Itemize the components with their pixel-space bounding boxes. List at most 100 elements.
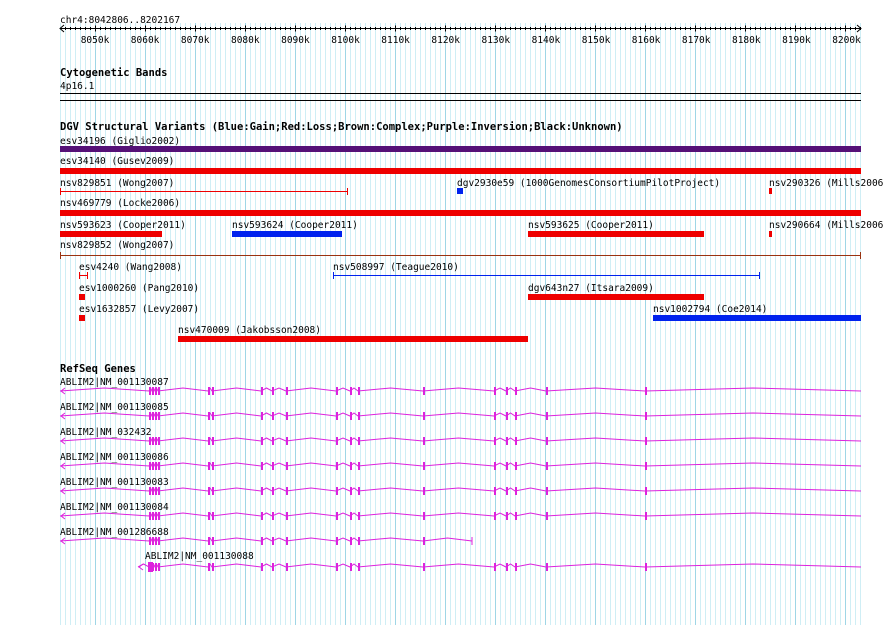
dgv-feature-label: nsv470009 (Jakobsson2008) [178,325,321,336]
refseq-exon [208,462,210,470]
refseq-exon [336,387,338,395]
dgv-feature-label: nsv593624 (Cooper2011) [232,220,358,231]
refseq-exon [423,412,425,420]
refseq-exon [494,412,496,420]
dgv-feature-bar [79,315,85,321]
refseq-exon [358,487,360,495]
ruler-tick-label: 8140k [532,35,561,46]
genome-browser-panel: 8050k 8060k 8070k 8080k 8090k 8100k 8110k 8120k… [0,0,890,625]
refseq-track-title[interactable]: RefSeq Genes [60,363,136,376]
refseq-exon [155,437,157,445]
refseq-exon [261,537,263,545]
refseq-exon [358,563,360,571]
refseq-exon [506,437,508,445]
refseq-exon [358,437,360,445]
ruler-tick-label: 8080k [231,35,260,46]
refseq-exon [286,387,288,395]
dgv-feature-label: nsv593625 (Cooper2011) [528,220,654,231]
refseq-exon [212,437,214,445]
refseq-transcript-label: ABLIM2|NM_001130084 [60,502,169,513]
grid-lines [60,23,861,625]
refseq-exon [155,462,157,470]
refseq-transcript-label: ABLIM2|NM_032432 [60,427,152,438]
refseq-exon [506,563,508,571]
dgv-feature-bar [769,188,772,194]
refseq-exon [261,487,263,495]
refseq-exon [546,437,548,445]
refseq-transcript-label: ABLIM2|NM_001286688 [60,527,169,538]
refseq-exon [158,563,160,571]
ruler-tick-label: 8090k [281,35,310,46]
refseq-intron-path [137,562,862,569]
refseq-exon [261,563,263,571]
refseq-exon [350,563,352,571]
ruler-tick-label: 8180k [732,35,761,46]
refseq-exon [212,487,214,495]
refseq-exon [286,512,288,520]
refseq-transcript-label: ABLIM2|NM_001130083 [60,477,169,488]
refseq-exon [212,462,214,470]
refseq-exon [152,387,154,395]
refseq-exon [350,487,352,495]
refseq-exon [506,412,508,420]
refseq-exon [212,563,214,571]
dgv-feature-label: dgv2930e59 (1000GenomesConsortiumPilotPr… [457,178,720,189]
refseq-exon [158,412,160,420]
dgv-feature-label: nsv593623 (Cooper2011) [60,220,186,231]
ruler-tick-label: 8070k [181,35,210,46]
refseq-exon [336,437,338,445]
refseq-exon [350,512,352,520]
refseq-exon [358,462,360,470]
refseq-exon [208,412,210,420]
refseq-exon [212,387,214,395]
ruler-tick-label: 8160k [632,35,661,46]
refseq-exon [645,412,647,420]
refseq-exon [494,462,496,470]
refseq-exon [336,512,338,520]
dgv-feature-bar [60,231,162,237]
refseq-exon [155,412,157,420]
refseq-exon [152,462,154,470]
refseq-exon [158,387,160,395]
refseq-exon [494,563,496,571]
refseq-exon [261,512,263,520]
refseq-exon [506,487,508,495]
refseq-exon [261,462,263,470]
refseq-exon [515,563,517,571]
refseq-exon [515,437,517,445]
refseq-exon [286,462,288,470]
refseq-exon [350,537,352,545]
cytoband-track-title[interactable]: Cytogenetic Bands [60,67,167,80]
refseq-exon [208,512,210,520]
refseq-exon [645,512,647,520]
refseq-exon [149,487,151,495]
refseq-exon [212,412,214,420]
refseq-exon [546,462,548,470]
refseq-exon [149,537,151,545]
refseq-exon [423,487,425,495]
refseq-exon [423,437,425,445]
refseq-exon [336,537,338,545]
refseq-exon [149,412,151,420]
refseq-exon [212,537,214,545]
refseq-exon [506,462,508,470]
refseq-exon [155,512,157,520]
refseq-exon [208,487,210,495]
refseq-exon [272,487,274,495]
refseq-exon [286,537,288,545]
track-graphics: 8050k 8060k 8070k 8080k 8090k 8100k 8110k 8120k… [59,23,884,625]
refseq-exon [272,387,274,395]
refseq-exon [423,462,425,470]
refseq-exon [423,387,425,395]
refseq-exon [286,437,288,445]
refseq-exon [272,462,274,470]
refseq-exon [152,512,154,520]
refseq-exon [152,537,154,545]
dgv-track-title[interactable]: DGV Structural Variants (Blue:Gain;Red:L… [60,121,623,134]
refseq-exon [515,487,517,495]
refseq-exon [272,412,274,420]
refseq-exon [261,437,263,445]
ruler-tick-label: 8190k [782,35,811,46]
dgv-feature-bar [769,231,772,237]
refseq-exon [272,512,274,520]
